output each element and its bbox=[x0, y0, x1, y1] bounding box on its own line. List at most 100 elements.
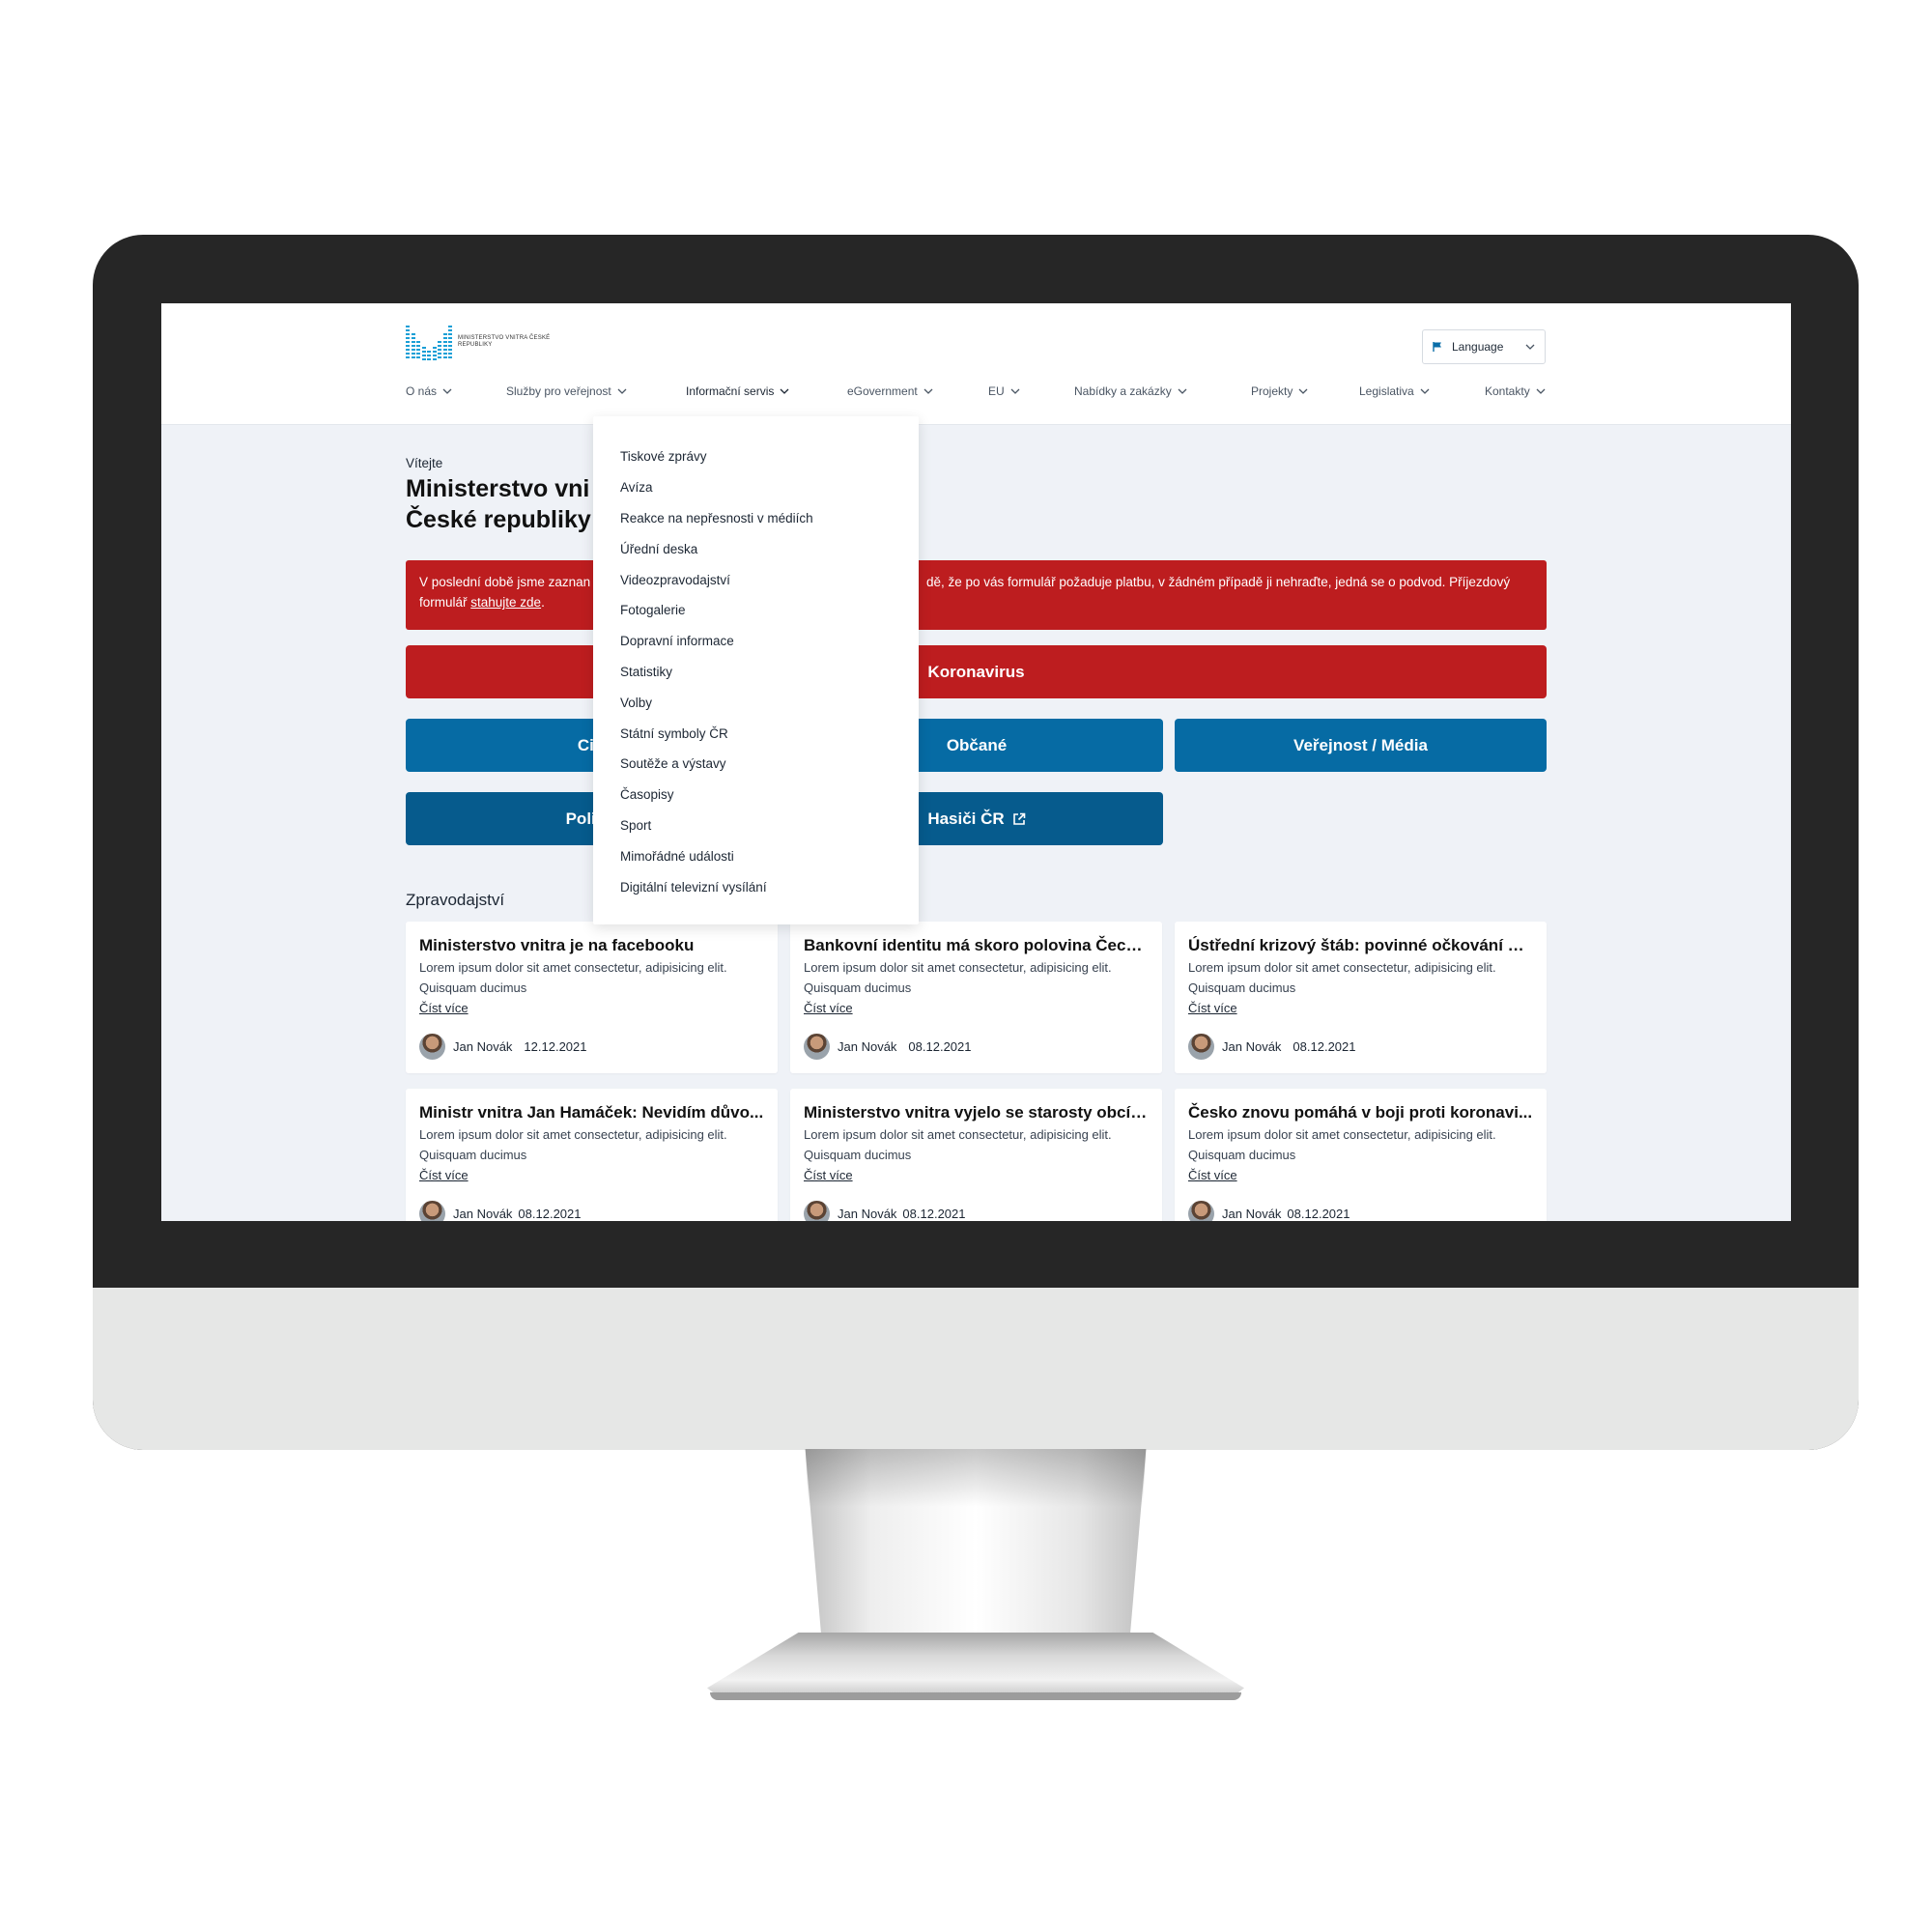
news-card[interactable]: Ministerstvo vnitra vyjelo se starosty o… bbox=[790, 1089, 1162, 1221]
alert-line2-suffix: . bbox=[541, 595, 545, 610]
dropdown-item-volby[interactable]: Volby bbox=[593, 687, 919, 718]
news-card-meta: Jan Novák 08.12.2021 bbox=[1188, 1034, 1356, 1060]
dropdown-item-aviza[interactable]: Avíza bbox=[593, 472, 919, 503]
dropdown-item-dopravni-informace[interactable]: Dopravní informace bbox=[593, 626, 919, 657]
news-card[interactable]: Ministr vnitra Jan Hamáček: Nevidím důvo… bbox=[406, 1089, 778, 1221]
news-date: 08.12.2021 bbox=[1293, 1039, 1356, 1054]
news-date: 08.12.2021 bbox=[1287, 1207, 1350, 1221]
author-name: Jan Novák bbox=[1222, 1039, 1282, 1054]
nav-item-legislativa[interactable]: Legislativa bbox=[1359, 384, 1430, 398]
chevron-down-icon bbox=[780, 388, 789, 394]
koronavirus-button[interactable]: Koronavirus bbox=[406, 645, 1547, 698]
author-name: Jan Novák bbox=[838, 1039, 897, 1054]
chevron-down-icon bbox=[1536, 388, 1546, 394]
informacni-servis-dropdown: Tiskové zprávy Avíza Reakce na nepřesnos… bbox=[593, 416, 919, 924]
chevron-down-icon bbox=[1178, 388, 1187, 394]
site-header: MINISTERSTVO VNITRA ČESKÉ REPUBLIKY Lang… bbox=[161, 303, 1791, 425]
monitor-stand-shadow bbox=[805, 1449, 1147, 1507]
nav-item-label: eGovernment bbox=[847, 384, 918, 398]
nav-item-label: Kontakty bbox=[1485, 384, 1530, 398]
news-date: 08.12.2021 bbox=[518, 1207, 582, 1221]
alert-line2-prefix: formulář bbox=[419, 595, 471, 610]
nav-item-label: Informační servis bbox=[686, 384, 775, 398]
browser-viewport: MINISTERSTVO VNITRA ČESKÉ REPUBLIKY Lang… bbox=[161, 303, 1791, 1221]
news-card-title[interactable]: Ministerstvo vnitra vyjelo se starosty o… bbox=[804, 1102, 1149, 1123]
news-card-title[interactable]: Ministerstvo vnitra je na facebooku bbox=[419, 935, 764, 956]
ministry-logo[interactable]: MINISTERSTVO VNITRA ČESKÉ REPUBLIKY bbox=[406, 323, 560, 361]
dropdown-item-fotogalerie[interactable]: Fotogalerie bbox=[593, 595, 919, 626]
news-card-meta: Jan Novák 08.12.2021 bbox=[804, 1201, 966, 1221]
dropdown-item-digitalni-vysilani[interactable]: Digitální televizní vysílání bbox=[593, 871, 919, 902]
monitor-stand-base-edge bbox=[710, 1692, 1241, 1700]
chevron-down-icon bbox=[1525, 344, 1535, 350]
nav-item-sluzby[interactable]: Služby pro veřejnost bbox=[506, 384, 627, 398]
news-card-text: Lorem ipsum dolor sit amet consectetur, … bbox=[419, 960, 727, 995]
page-title: Ministerstvo vni České republiky bbox=[406, 473, 591, 535]
author-name: Jan Novák bbox=[1222, 1207, 1282, 1221]
nav-item-eu[interactable]: EU bbox=[988, 384, 1020, 398]
alert-download-link[interactable]: stahujte zde bbox=[470, 595, 541, 610]
avatar bbox=[804, 1201, 830, 1221]
logo-mark-icon bbox=[406, 324, 452, 360]
welcome-text: Vítejte bbox=[406, 456, 443, 470]
nav-item-kontakty[interactable]: Kontakty bbox=[1485, 384, 1546, 398]
dropdown-item-uredni-deska[interactable]: Úřední deska bbox=[593, 533, 919, 564]
nav-item-nabidky[interactable]: Nabídky a zakázky bbox=[1074, 384, 1187, 398]
read-more-link[interactable]: Číst více bbox=[419, 998, 469, 1018]
news-card-meta: Jan Novák 08.12.2021 bbox=[804, 1034, 972, 1060]
dropdown-item-videozpravodajstvi[interactable]: Videozpravodajství bbox=[593, 564, 919, 595]
news-card[interactable]: Ministerstvo vnitra je na facebooku Lore… bbox=[406, 922, 778, 1073]
logo-text: MINISTERSTVO VNITRA ČESKÉ REPUBLIKY bbox=[458, 335, 551, 348]
nav-item-label: O nás bbox=[406, 384, 438, 398]
dropdown-item-mimoradne-udalosti[interactable]: Mimořádné události bbox=[593, 840, 919, 871]
main-navigation: O nás Služby pro veřejnost Informační se… bbox=[406, 384, 1547, 406]
avatar bbox=[1188, 1201, 1214, 1221]
monitor-stand-base bbox=[707, 1633, 1244, 1700]
news-card[interactable]: Ústřední krizový štáb: povinné očkování … bbox=[1175, 922, 1547, 1073]
news-card-text: Lorem ipsum dolor sit amet consectetur, … bbox=[1188, 1127, 1496, 1162]
dropdown-item-souteze[interactable]: Soutěže a výstavy bbox=[593, 749, 919, 780]
chevron-down-icon bbox=[442, 388, 452, 394]
news-card-meta: Jan Novák 12.12.2021 bbox=[419, 1034, 587, 1060]
dropdown-item-statistiky[interactable]: Statistiky bbox=[593, 657, 919, 688]
author-name: Jan Novák bbox=[838, 1207, 897, 1221]
read-more-link[interactable]: Číst více bbox=[1188, 998, 1237, 1018]
nav-item-label: EU bbox=[988, 384, 1005, 398]
news-card[interactable]: Česko znovu pomáhá v boji proti koronavi… bbox=[1175, 1089, 1547, 1221]
read-more-link[interactable]: Číst více bbox=[419, 1165, 469, 1185]
avatar bbox=[419, 1034, 445, 1060]
news-card-title[interactable]: Ústřední krizový štáb: povinné očkování … bbox=[1188, 935, 1533, 956]
chevron-down-icon bbox=[923, 388, 933, 394]
dropdown-item-statni-symboly[interactable]: Státní symboly ČR bbox=[593, 718, 919, 749]
nav-item-o-nas[interactable]: O nás bbox=[406, 384, 452, 398]
news-date: 08.12.2021 bbox=[908, 1039, 972, 1054]
nav-item-informacni-servis[interactable]: Informační servis bbox=[686, 384, 789, 398]
avatar bbox=[804, 1034, 830, 1060]
news-card-title[interactable]: Bankovní identitu má skoro polovina Čech… bbox=[804, 935, 1149, 956]
nav-item-egovernment[interactable]: eGovernment bbox=[847, 384, 933, 398]
dropdown-item-sport[interactable]: Sport bbox=[593, 810, 919, 841]
author-name: Jan Novák bbox=[453, 1039, 513, 1054]
read-more-link[interactable]: Číst více bbox=[804, 998, 853, 1018]
avatar bbox=[419, 1201, 445, 1221]
news-card-text: Lorem ipsum dolor sit amet consectetur, … bbox=[419, 1127, 727, 1162]
alert-text-left: V poslední době jsme zaznan bbox=[419, 575, 591, 589]
verejnost-media-button[interactable]: Veřejnost / Média bbox=[1175, 719, 1547, 772]
read-more-link[interactable]: Číst více bbox=[1188, 1165, 1237, 1185]
news-heading: Zpravodajství bbox=[406, 891, 505, 909]
news-card-text: Lorem ipsum dolor sit amet consectetur, … bbox=[804, 1127, 1112, 1162]
nav-item-projekty[interactable]: Projekty bbox=[1251, 384, 1308, 398]
read-more-link[interactable]: Číst více bbox=[804, 1165, 853, 1185]
news-card[interactable]: Bankovní identitu má skoro polovina Čech… bbox=[790, 922, 1162, 1073]
nav-item-label: Služby pro veřejnost bbox=[506, 384, 611, 398]
news-card-title[interactable]: Česko znovu pomáhá v boji proti koronavi… bbox=[1188, 1102, 1533, 1123]
language-selector[interactable]: Language bbox=[1422, 329, 1546, 364]
dropdown-item-reakce[interactable]: Reakce na nepřesnosti v médiích bbox=[593, 503, 919, 534]
dropdown-item-casopisy[interactable]: Časopisy bbox=[593, 780, 919, 810]
dropdown-item-tiskove-zpravy[interactable]: Tiskové zprávy bbox=[593, 441, 919, 472]
news-card-text: Lorem ipsum dolor sit amet consectetur, … bbox=[1188, 960, 1496, 995]
news-card-title[interactable]: Ministr vnitra Jan Hamáček: Nevidím důvo… bbox=[419, 1102, 764, 1123]
nav-item-label: Nabídky a zakázky bbox=[1074, 384, 1172, 398]
nav-item-label: Projekty bbox=[1251, 384, 1293, 398]
news-card-meta: Jan Novák 08.12.2021 bbox=[419, 1201, 582, 1221]
